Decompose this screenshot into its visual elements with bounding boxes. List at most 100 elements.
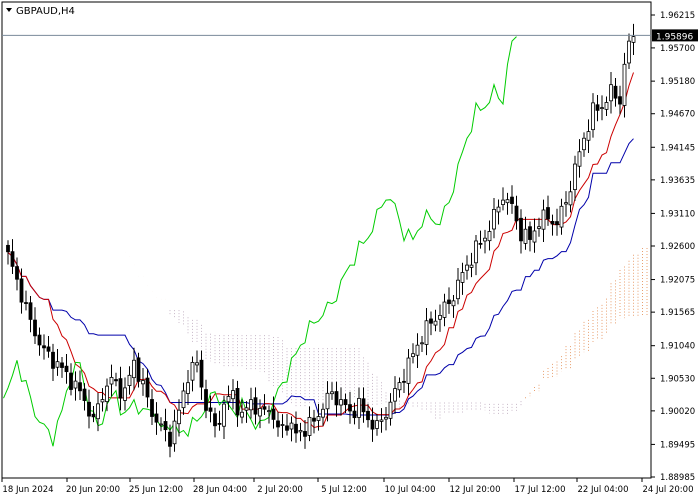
candle-body <box>447 299 451 305</box>
candle-body <box>348 404 352 412</box>
candle-body <box>361 398 366 413</box>
y-tick-label: 1.88985 <box>660 473 695 483</box>
candle-body <box>420 342 424 345</box>
candle-body <box>424 320 429 345</box>
candle-body <box>136 357 141 382</box>
candle-body <box>190 362 195 381</box>
candle-body <box>303 431 307 437</box>
candle-body <box>226 396 231 403</box>
x-tick-label: 18 Jun 2024 <box>2 485 53 495</box>
candle-body <box>262 406 267 410</box>
chart-root: 1.95896 1.96215 1.95700 1.95180 1.94670 1.94… <box>0 0 700 500</box>
candle-body <box>24 302 28 304</box>
x-tick-label: 5 Jul 12:00 <box>321 485 367 495</box>
candle-body <box>559 205 564 228</box>
x-tick-label: 20 Jun 20:00 <box>66 485 120 495</box>
candle-body <box>159 423 163 426</box>
candle-body <box>370 419 375 430</box>
candle-body <box>298 430 303 433</box>
price-chart[interactable]: 1.95896 1.96215 1.95700 1.95180 1.94670 1.94… <box>0 0 700 500</box>
candle-body <box>33 319 37 337</box>
candle-body <box>456 279 460 300</box>
chart-title-group: GBPAUD,H4 <box>6 6 75 17</box>
candle-body <box>285 425 289 431</box>
candle-body <box>343 399 348 406</box>
candle-body <box>145 377 150 398</box>
candle-body <box>168 431 172 447</box>
candle-body <box>10 251 15 267</box>
candle-body <box>357 398 361 418</box>
candle-body <box>6 244 10 253</box>
candle-body <box>550 220 555 225</box>
candle-body <box>222 403 226 427</box>
y-tick-label: 1.94145 <box>660 143 695 153</box>
candle-body <box>289 422 294 430</box>
candle-body <box>523 228 528 244</box>
candle-body <box>127 374 132 386</box>
candle-body <box>609 84 613 102</box>
candle-body <box>384 416 388 420</box>
candle-body <box>546 207 550 220</box>
candle-body <box>573 163 577 191</box>
candle-body <box>154 413 159 423</box>
candle-body <box>591 102 595 131</box>
candle-body <box>199 359 204 388</box>
candle-body <box>483 237 487 242</box>
candle-body <box>213 413 217 427</box>
candle-body <box>492 208 496 230</box>
y-tick-label: 1.93635 <box>660 176 695 186</box>
candle-body <box>60 362 64 368</box>
candle-body <box>325 392 330 410</box>
candle-body <box>132 359 136 379</box>
candle-body <box>69 372 73 390</box>
candle-body <box>379 419 384 422</box>
candle-body <box>429 318 433 324</box>
candle-body <box>465 264 469 271</box>
candle-body <box>442 301 447 318</box>
candle-body <box>181 390 186 409</box>
candle-body <box>541 209 546 230</box>
candle-body <box>330 391 334 395</box>
candle-body <box>204 389 208 411</box>
candle-body <box>100 399 105 403</box>
candle-body <box>487 231 492 242</box>
candle-body <box>613 85 618 99</box>
candle-body <box>393 388 397 402</box>
candle-body <box>618 96 622 105</box>
candle-body <box>375 420 379 429</box>
candle-body <box>451 300 456 307</box>
y-axis: 1.96215 1.95700 1.95180 1.94670 1.94145 1.936… <box>651 11 695 483</box>
candle-body <box>73 380 78 389</box>
candle-body <box>19 278 24 303</box>
candle-body <box>28 302 33 320</box>
candle-body <box>469 264 474 268</box>
candle-body <box>51 351 55 369</box>
candle-body <box>366 410 370 421</box>
y-tick-label: 1.92075 <box>660 276 695 286</box>
y-tick-label: 1.92600 <box>660 242 695 252</box>
candle-body <box>433 320 438 326</box>
candle-body <box>78 382 82 392</box>
candle-body <box>307 416 312 436</box>
x-tick-label: 17 Jul 12:00 <box>515 485 566 495</box>
candle-body <box>267 410 271 413</box>
candle-body <box>42 345 46 349</box>
candle-body <box>564 202 568 205</box>
candle-body <box>177 409 181 425</box>
y-tick-label: 1.96215 <box>660 11 695 21</box>
candle-body <box>505 199 510 204</box>
y-tick-label: 1.93110 <box>660 209 695 219</box>
candle-body <box>600 107 604 110</box>
candle-body <box>438 315 442 320</box>
candle-body <box>519 217 523 242</box>
candle-body <box>118 378 123 399</box>
price-label: 1.95896 <box>656 32 693 42</box>
y-tick-label: 1.95700 <box>660 44 695 54</box>
candle-body <box>586 131 591 141</box>
x-tick-label: 2 Jul 20:00 <box>257 485 303 495</box>
x-tick-label: 25 Jun 12:00 <box>129 485 183 495</box>
y-tick-label: 1.89495 <box>660 440 695 450</box>
candle-body <box>627 40 631 64</box>
candle-body <box>478 242 483 245</box>
candle-body <box>82 388 87 401</box>
